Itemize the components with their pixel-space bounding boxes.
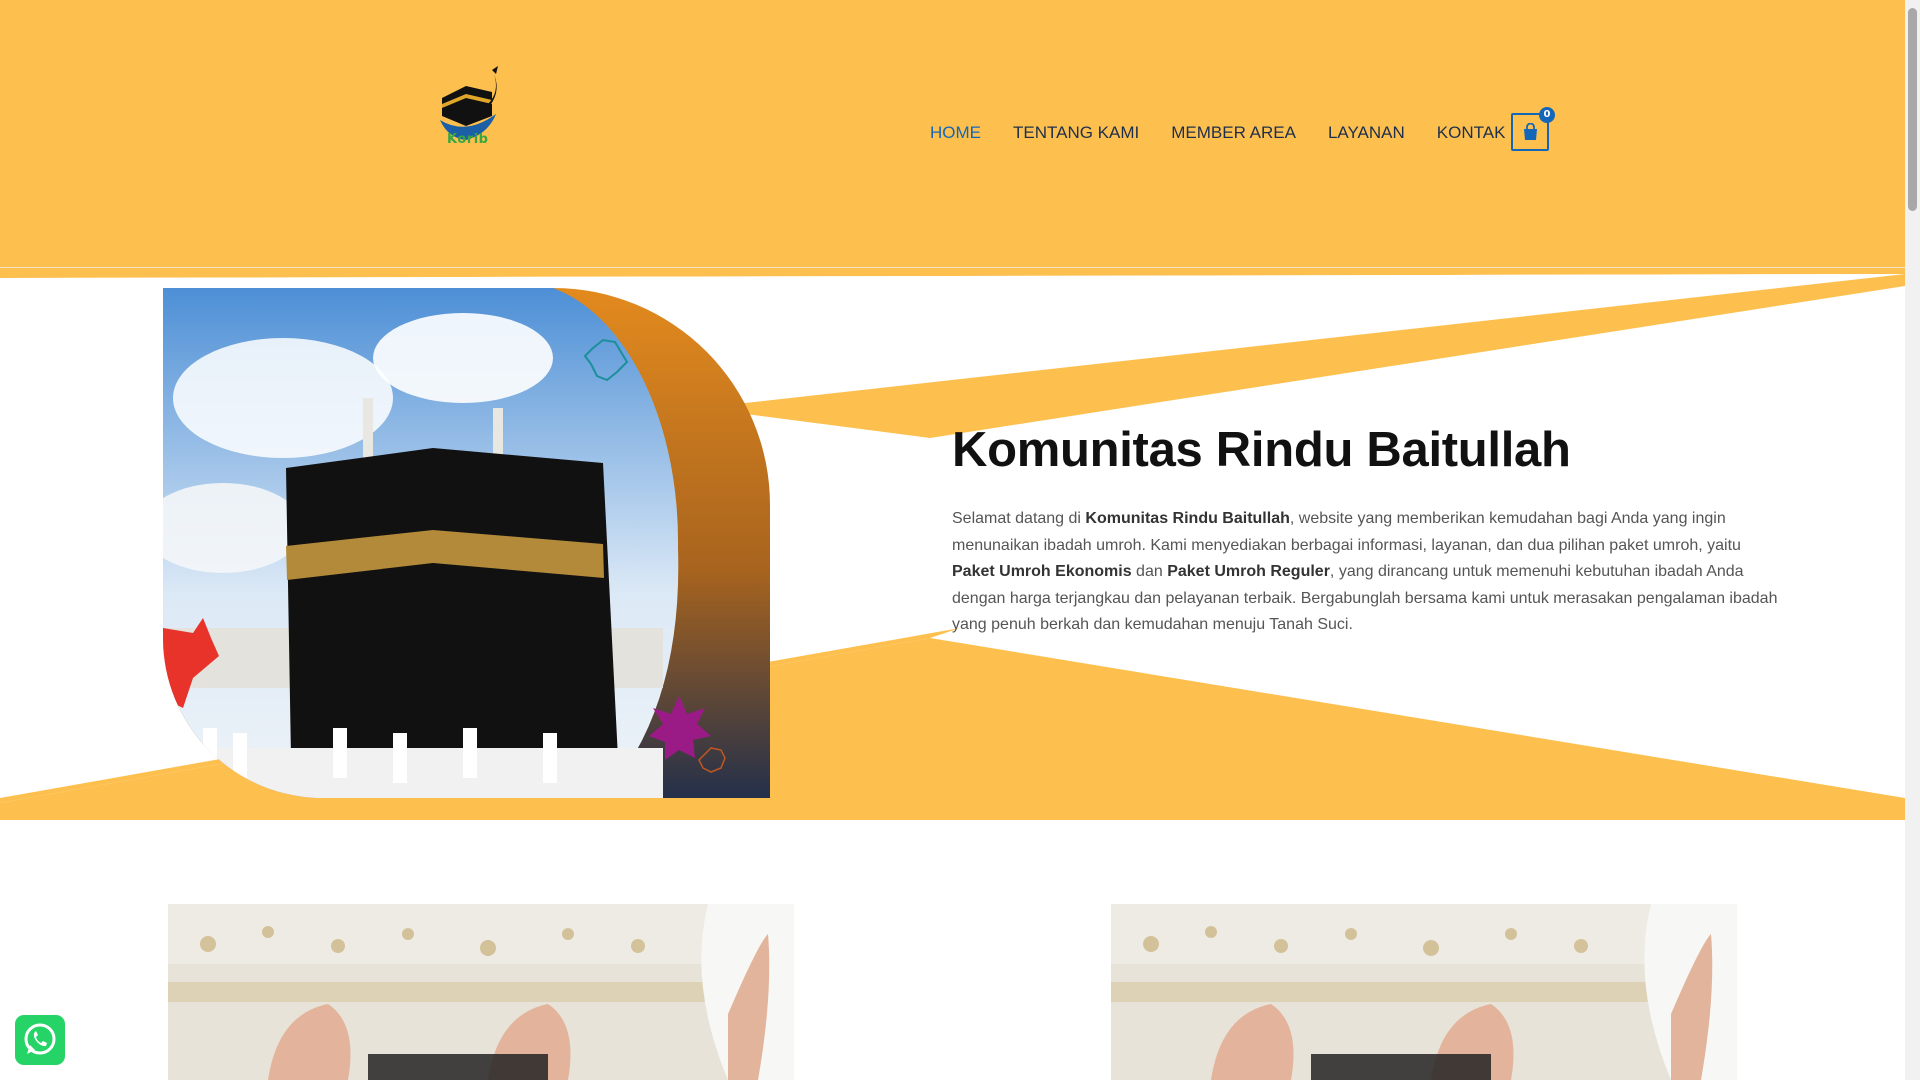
site-header: Korib HOME TENTANG KAMI MEMBER AREA LAYA… (0, 0, 1905, 268)
hero-desc-bold-1: Komunitas Rindu Baitullah (1085, 510, 1290, 527)
nav-item-tentang-kami[interactable]: TENTANG KAMI (1013, 118, 1139, 148)
page-scrollbar[interactable] (1905, 0, 1920, 1080)
hero-desc-bold-2: Paket Umroh Ekonomis (952, 563, 1132, 580)
cart-button[interactable]: 0 (1511, 107, 1555, 151)
nav-item-kontak[interactable]: KONTAK (1437, 118, 1506, 148)
package-card-image[interactable] (168, 904, 794, 1080)
nav-item-layanan[interactable]: LAYANAN (1328, 118, 1405, 148)
whatsapp-button[interactable] (15, 1015, 65, 1065)
hero-desc-text-1: Selamat datang di (952, 510, 1086, 527)
hero-desc-text-3: dan (1131, 563, 1168, 580)
nav-item-home[interactable]: HOME (930, 118, 981, 148)
main-nav: HOME TENTANG KAMI MEMBER AREA LAYANAN KO… (930, 118, 1537, 148)
hero-desc-bold-3: Paket Umroh Reguler (1167, 563, 1330, 580)
hero-description: Selamat datang di Komunitas Rindu Baitul… (952, 506, 1782, 639)
scrollbar-thumb[interactable] (1908, 8, 1917, 211)
whatsapp-icon (24, 1023, 56, 1055)
cart-count-badge: 0 (1539, 107, 1555, 123)
logo-text: Korib (447, 132, 489, 147)
shopping-bag-icon (1524, 123, 1537, 140)
kaaba-hero-image (163, 288, 770, 798)
nav-item-member-area[interactable]: MEMBER AREA (1171, 118, 1296, 148)
package-card-image[interactable] (1111, 904, 1737, 1080)
hero-title: Komunitas Rindu Baitullah (952, 423, 1571, 477)
